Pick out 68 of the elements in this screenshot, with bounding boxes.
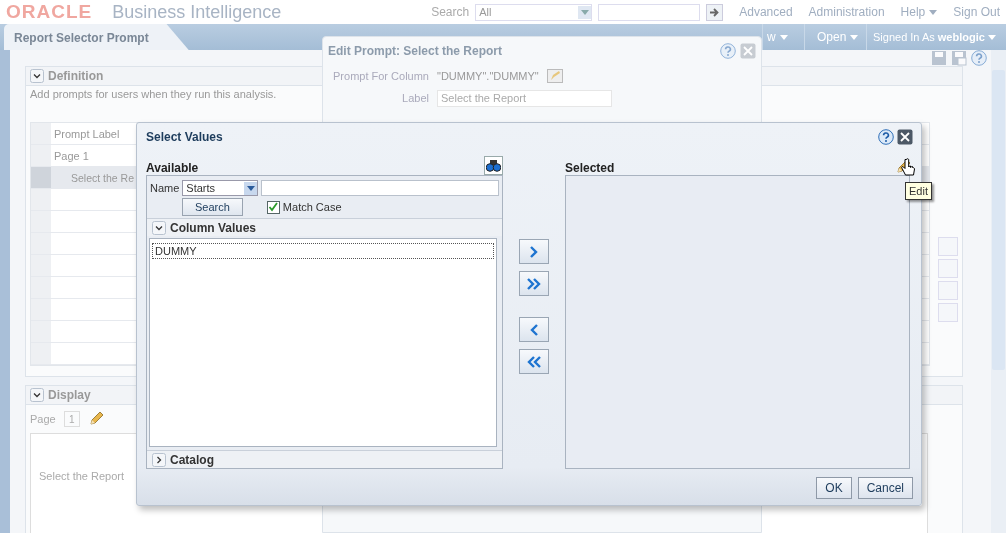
checkbox-label: Match Case: [282, 201, 342, 213]
collapse-icon[interactable]: [30, 69, 44, 83]
expand-icon[interactable]: [152, 452, 166, 467]
close-icon[interactable]: [897, 129, 913, 145]
search-go-button[interactable]: [706, 3, 724, 21]
search-field[interactable]: [598, 3, 701, 21]
checkbox[interactable]: [266, 200, 280, 214]
caret-icon: [580, 9, 589, 15]
dialog-title: Select Values: [146, 130, 224, 144]
list-item[interactable]: DUMMY: [152, 243, 494, 259]
header-link[interactable]: Advanced: [739, 5, 793, 19]
name-label: Name: [150, 182, 180, 194]
menu-button[interactable]: Open: [817, 30, 859, 44]
panel-title: Available: [146, 161, 199, 175]
page-tab[interactable]: Report Selector Prompt: [4, 24, 189, 50]
field-label: Label: [401, 92, 429, 104]
caret-icon: [779, 34, 788, 40]
column-value: "DUMMY"."DUMMY": [437, 70, 539, 82]
section-title: Display: [48, 388, 91, 402]
caret-icon: [987, 34, 996, 40]
caret-icon: [246, 185, 255, 191]
prompt-label: Select the Report: [39, 470, 125, 482]
section-title: Column Values: [170, 220, 257, 235]
caret-icon: [929, 9, 938, 15]
double-chevron-icon: [526, 353, 542, 370]
help-icon[interactable]: [971, 50, 987, 66]
hint-text: Add prompts for users when they run this analysis.: [29, 87, 278, 102]
product-name: Business Intelligence: [112, 1, 282, 23]
find-button[interactable]: [484, 156, 503, 175]
scrollbar[interactable]: [991, 50, 1006, 533]
header-link[interactable]: Help: [900, 5, 938, 19]
logo: ORACLE: [6, 1, 93, 23]
search-value-field[interactable]: [261, 180, 499, 196]
text-field[interactable]: Select the Report: [437, 89, 612, 107]
move-left-button[interactable]: [519, 317, 549, 342]
section-title: Catalog: [170, 452, 214, 467]
arrow-icon: [709, 6, 721, 18]
dialog-button[interactable]: OK: [816, 477, 852, 499]
header-link[interactable]: Sign Out: [953, 5, 1000, 19]
panel-title: Selected: [565, 161, 615, 175]
move-all-left-button[interactable]: [519, 349, 549, 374]
header-link[interactable]: Administration: [808, 5, 885, 19]
section-title: Definition: [48, 69, 104, 83]
collapse-icon[interactable]: [30, 388, 44, 402]
dialog-title: Edit Prompt: Select the Report: [328, 44, 504, 58]
collapse-icon[interactable]: [152, 220, 166, 235]
move-all-right-button[interactable]: [519, 271, 549, 296]
tooltip: Edit: [905, 182, 932, 200]
dialog-button[interactable]: Cancel: [857, 477, 913, 499]
column-header: Prompt Label: [53, 127, 120, 140]
search-scope-dropdown[interactable]: All: [475, 3, 593, 21]
help-icon[interactable]: [878, 129, 894, 145]
double-chevron-icon: [526, 275, 542, 292]
pencil-icon[interactable]: [87, 411, 104, 427]
caret-icon: [850, 34, 859, 40]
page-label: Page: [30, 413, 56, 425]
move-right-button[interactable]: [519, 239, 549, 264]
search-label: Search: [431, 5, 470, 19]
binoculars-icon: [486, 159, 501, 172]
operator-dropdown[interactable]: Starts: [182, 180, 259, 196]
signed-in-label: Signed In As: [873, 31, 935, 43]
hand-cursor-icon: [900, 158, 916, 178]
user-menu[interactable]: weblogic: [937, 31, 985, 43]
scrollbar-thumb[interactable]: [992, 70, 1005, 370]
page-number[interactable]: 1: [63, 411, 80, 427]
field-label: Prompt For Column: [332, 70, 429, 82]
search-button[interactable]: Search: [182, 198, 243, 216]
menu-button[interactable]: w: [767, 30, 788, 44]
